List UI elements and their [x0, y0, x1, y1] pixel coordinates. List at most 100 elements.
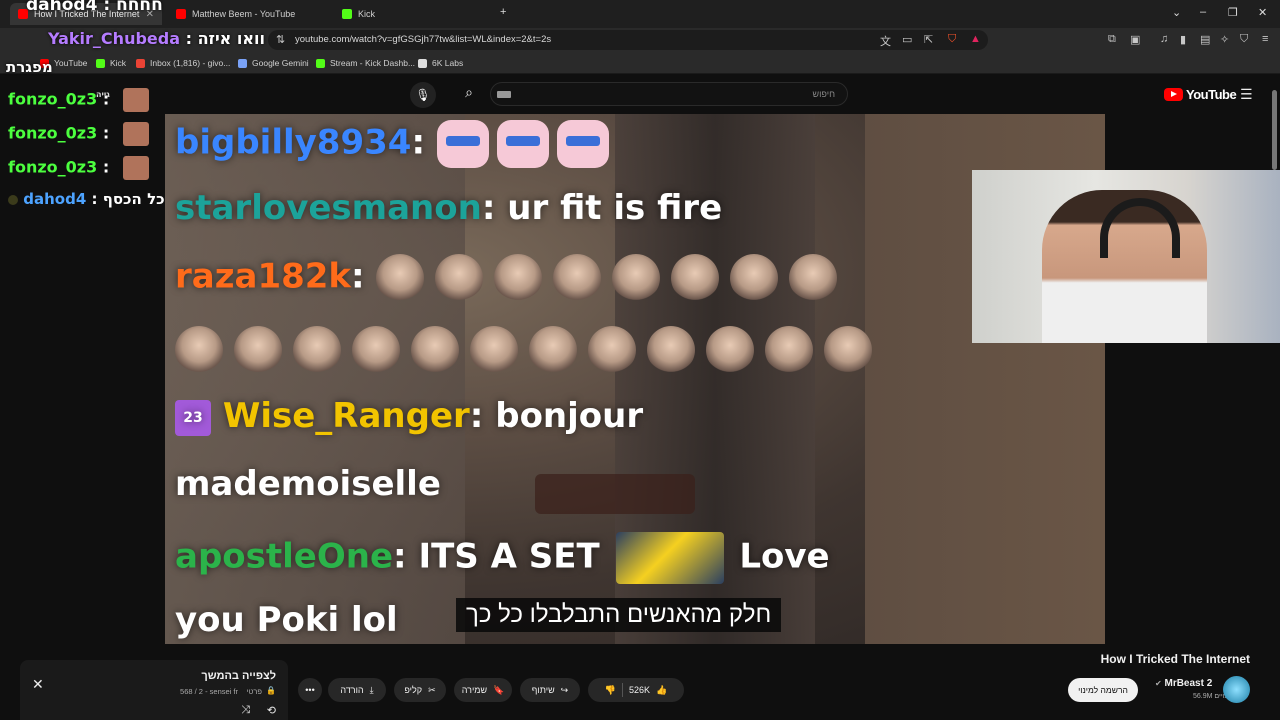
logo-text: YouTube — [1186, 87, 1237, 102]
brave-shield-icon[interactable]: ⛉ — [948, 33, 956, 46]
extensions-icon[interactable]: ⧉ — [1108, 33, 1116, 46]
vpn-icon[interactable]: ⛉ — [1240, 33, 1248, 46]
bookmark-6k-labs[interactable]: 6K Labs — [418, 58, 463, 68]
youtube-header: 🎙 ⌕ חיפוש YouTube ☰ — [0, 76, 1280, 114]
maximize-icon[interactable]: ❐ — [1228, 6, 1238, 19]
menu-icon[interactable]: ≡ — [1262, 33, 1268, 45]
overlay-chat-line: dahod4 : כל הכסף — [8, 190, 165, 208]
channel-name[interactable]: ✔ MrBeast 2 — [1155, 678, 1212, 689]
cast-icon[interactable]: ▭ — [902, 33, 912, 46]
face-emote-icon — [352, 326, 400, 374]
overlay-username: Yakir_Chubeda — [48, 29, 181, 48]
face-emote-icon — [411, 326, 459, 374]
tab-kick[interactable]: Kick — [334, 3, 494, 25]
channel-name-text: MrBeast 2 — [1164, 678, 1213, 689]
clip-label: קליפ — [404, 685, 423, 695]
facecam-overlay — [972, 170, 1280, 343]
minion-emote-icon — [615, 532, 724, 584]
bookmark-gmail[interactable]: Inbox (1,816) - givo... — [136, 58, 230, 68]
chat-username: bigbilly8934 — [175, 122, 412, 163]
address-bar[interactable]: ⇅ youtube.com/watch?v=gfGSGjh77tw&list=W… — [268, 30, 988, 50]
url-text[interactable]: youtube.com/watch?v=gfGSGjh77tw&list=WL&… — [295, 34, 551, 45]
avatar — [122, 88, 149, 112]
bookmark-kick[interactable]: Kick — [96, 58, 126, 68]
tab-title: Kick — [358, 9, 376, 19]
microphone-icon[interactable]: 🎙 — [410, 82, 436, 108]
pig-emote-icon — [436, 120, 489, 168]
hamburger-menu-icon[interactable]: ☰ — [1240, 86, 1253, 103]
bookmark-kick-dashboard[interactable]: Stream - Kick Dashb... — [316, 58, 415, 68]
translate-icon[interactable]: 文 — [880, 33, 891, 49]
sidebar-icon[interactable]: ▮ — [1180, 33, 1186, 46]
chat-message: mademoiselle — [175, 464, 441, 504]
download-label: הורדה — [340, 685, 364, 695]
chat-username: apostleOne — [175, 536, 394, 577]
verified-icon: ✔ — [1155, 679, 1162, 688]
leo-ai-icon[interactable]: ✧ — [1220, 33, 1229, 46]
brave-rewards-icon[interactable]: ▲ — [970, 33, 981, 45]
video-player[interactable]: bigbilly8934: starlovesmanon: ur fit is … — [165, 114, 1105, 644]
reader-icon[interactable]: ▣ — [1130, 33, 1140, 46]
wallet-icon[interactable]: ▤ — [1200, 33, 1210, 46]
face-emote-icon — [730, 254, 779, 302]
channel-avatar[interactable] — [1223, 676, 1250, 703]
divider — [621, 683, 623, 697]
search-input[interactable]: חיפוש — [490, 82, 848, 106]
subscribe-button[interactable]: הרשמה למינוי — [1068, 678, 1138, 702]
face-emote-icon — [553, 254, 602, 302]
bookmark-label: Stream - Kick Dashb... — [330, 58, 416, 68]
avatar — [122, 156, 149, 180]
keyboard-icon[interactable] — [497, 91, 511, 98]
bookmark-gemini[interactable]: Google Gemini — [238, 58, 309, 68]
download-button[interactable]: הורדה ⤓ — [328, 678, 386, 702]
chat-message: ITS A SET — [418, 536, 600, 577]
playlist-queue[interactable]: ✕ לצפייה בהמשך 568 / 2 - sensei fr פרטי … — [20, 660, 288, 720]
overlay-chat-line: fonzo_0z3 : — [8, 88, 149, 112]
site-info-icon[interactable]: ⇅ — [276, 33, 285, 46]
sub-badge-icon: 23 — [175, 399, 211, 436]
chevron-down-icon[interactable]: ⌄ — [1172, 6, 1181, 19]
video-chat-line: mademoiselle — [175, 464, 441, 504]
gmail-icon — [136, 58, 145, 68]
tab-title: Matthew Beem - YouTube — [192, 9, 296, 19]
share-button[interactable]: שיתוף ↪ — [520, 678, 580, 702]
youtube-logo[interactable]: YouTube — [1164, 87, 1237, 102]
face-emote-icon — [824, 326, 872, 374]
new-tab-icon[interactable]: + — [500, 6, 506, 18]
chat-message: bonjour — [495, 396, 644, 436]
overlay-username: fonzo_0z3 — [8, 123, 98, 143]
more-actions-icon[interactable]: ••• — [298, 678, 322, 702]
face-emote-icon — [671, 254, 720, 302]
clip-button[interactable]: קליפ ✂ — [394, 678, 446, 702]
face-emote-icon — [765, 326, 813, 374]
loop-icon[interactable]: ⟲ — [267, 704, 276, 717]
dislike-icon[interactable]: 👎 — [605, 685, 616, 696]
face-emote-icon — [234, 326, 282, 374]
like-dislike-group: 👎 526K 👍 — [588, 678, 684, 702]
share-icon[interactable]: ⇱ — [924, 33, 933, 46]
close-icon[interactable]: ✕ — [32, 676, 44, 693]
minimize-icon[interactable]: – — [1200, 6, 1206, 18]
video-subtitle: חלק מהאנשים התבלבלו כל כך — [456, 598, 782, 632]
labs-icon — [418, 58, 427, 68]
bookmark-label: YouTube — [54, 58, 88, 68]
bookmark-label: Google Gemini — [252, 58, 309, 68]
lock-icon: 🔒 — [266, 686, 276, 695]
shuffle-icon[interactable]: ⤨ — [241, 704, 250, 717]
face-emote-icon — [376, 254, 425, 302]
pig-emote-icon — [556, 120, 609, 168]
search-icon[interactable]: ⌕ — [452, 84, 486, 106]
window-close-icon[interactable]: ✕ — [1258, 6, 1267, 19]
like-icon[interactable]: 👍 — [656, 685, 667, 696]
tab-matthew-beem[interactable]: Matthew Beem - YouTube — [168, 3, 328, 25]
video-chat-line: raza182k: — [175, 254, 848, 302]
scrollbar[interactable] — [1272, 90, 1277, 170]
music-icon[interactable]: ♫ — [1160, 33, 1168, 45]
video-chat-line — [175, 326, 883, 374]
kick-icon — [96, 58, 105, 68]
face-emote-icon — [612, 254, 661, 302]
face-emote-icon — [529, 326, 577, 374]
bookmark-label: Kick — [110, 58, 127, 68]
save-button[interactable]: שמירה 🔖 — [454, 678, 512, 702]
overlay-chat-line: fonzo_0z3 : — [8, 122, 149, 146]
